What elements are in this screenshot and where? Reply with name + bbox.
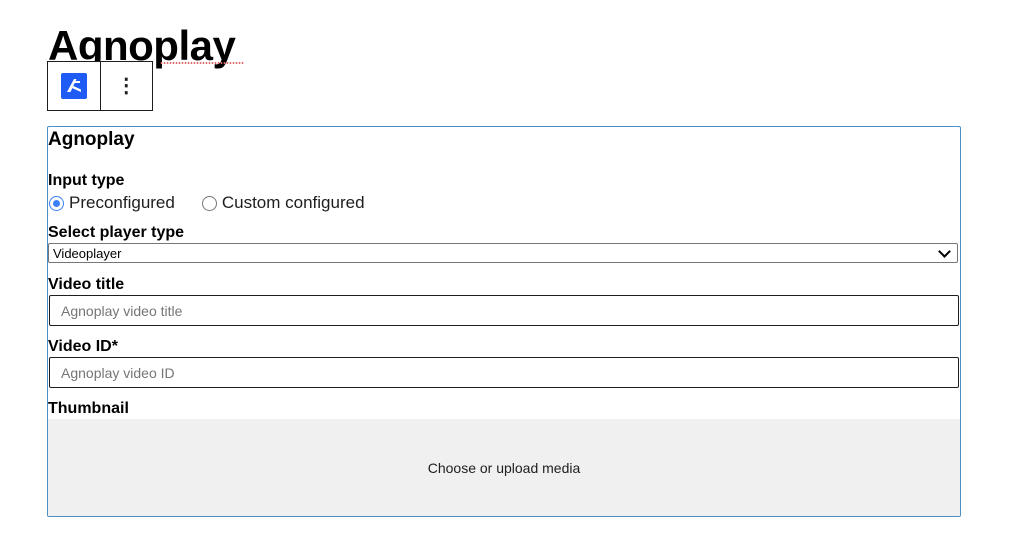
video-id-label: Video ID* <box>48 338 118 355</box>
radio-preconfigured-control[interactable] <box>49 195 64 211</box>
radio-preconfigured-label: Preconfigured <box>69 193 175 212</box>
video-id-input[interactable] <box>49 357 959 388</box>
block-toolbar: ⋮ <box>47 61 153 111</box>
radio-preconfigured[interactable]: Preconfigured <box>49 193 175 213</box>
player-type-selected-value: Videoplayer <box>53 245 122 261</box>
agnoplay-logo-icon <box>60 73 87 99</box>
block-type-button[interactable] <box>48 62 100 110</box>
vertical-ellipsis-icon: ⋮ <box>116 75 137 97</box>
video-title-label: Video title <box>48 276 125 293</box>
input-type-radio-group: Preconfigured Custom configured <box>49 193 365 213</box>
agnoplay-block[interactable]: Agnoplay Input type Preconfigured Custom… <box>47 126 961 517</box>
block-title: Agnoplay <box>48 129 135 150</box>
spellcheck-underline <box>160 62 244 64</box>
input-type-label: Input type <box>48 172 125 189</box>
choose-media-label: Choose or upload media <box>427 460 581 476</box>
chevron-down-icon <box>938 245 951 258</box>
thumbnail-label: Thumbnail <box>48 400 129 417</box>
block-options-button[interactable]: ⋮ <box>99 62 153 110</box>
video-title-input[interactable] <box>49 295 959 326</box>
radio-custom-configured-control[interactable] <box>201 195 217 211</box>
choose-media-button[interactable]: Choose or upload media <box>48 419 960 516</box>
player-type-select[interactable]: Videoplayer <box>48 243 958 263</box>
radio-custom-configured[interactable]: Custom configured <box>201 193 365 213</box>
radio-custom-configured-label: Custom configured <box>221 193 365 212</box>
player-type-label: Select player type <box>48 224 185 241</box>
